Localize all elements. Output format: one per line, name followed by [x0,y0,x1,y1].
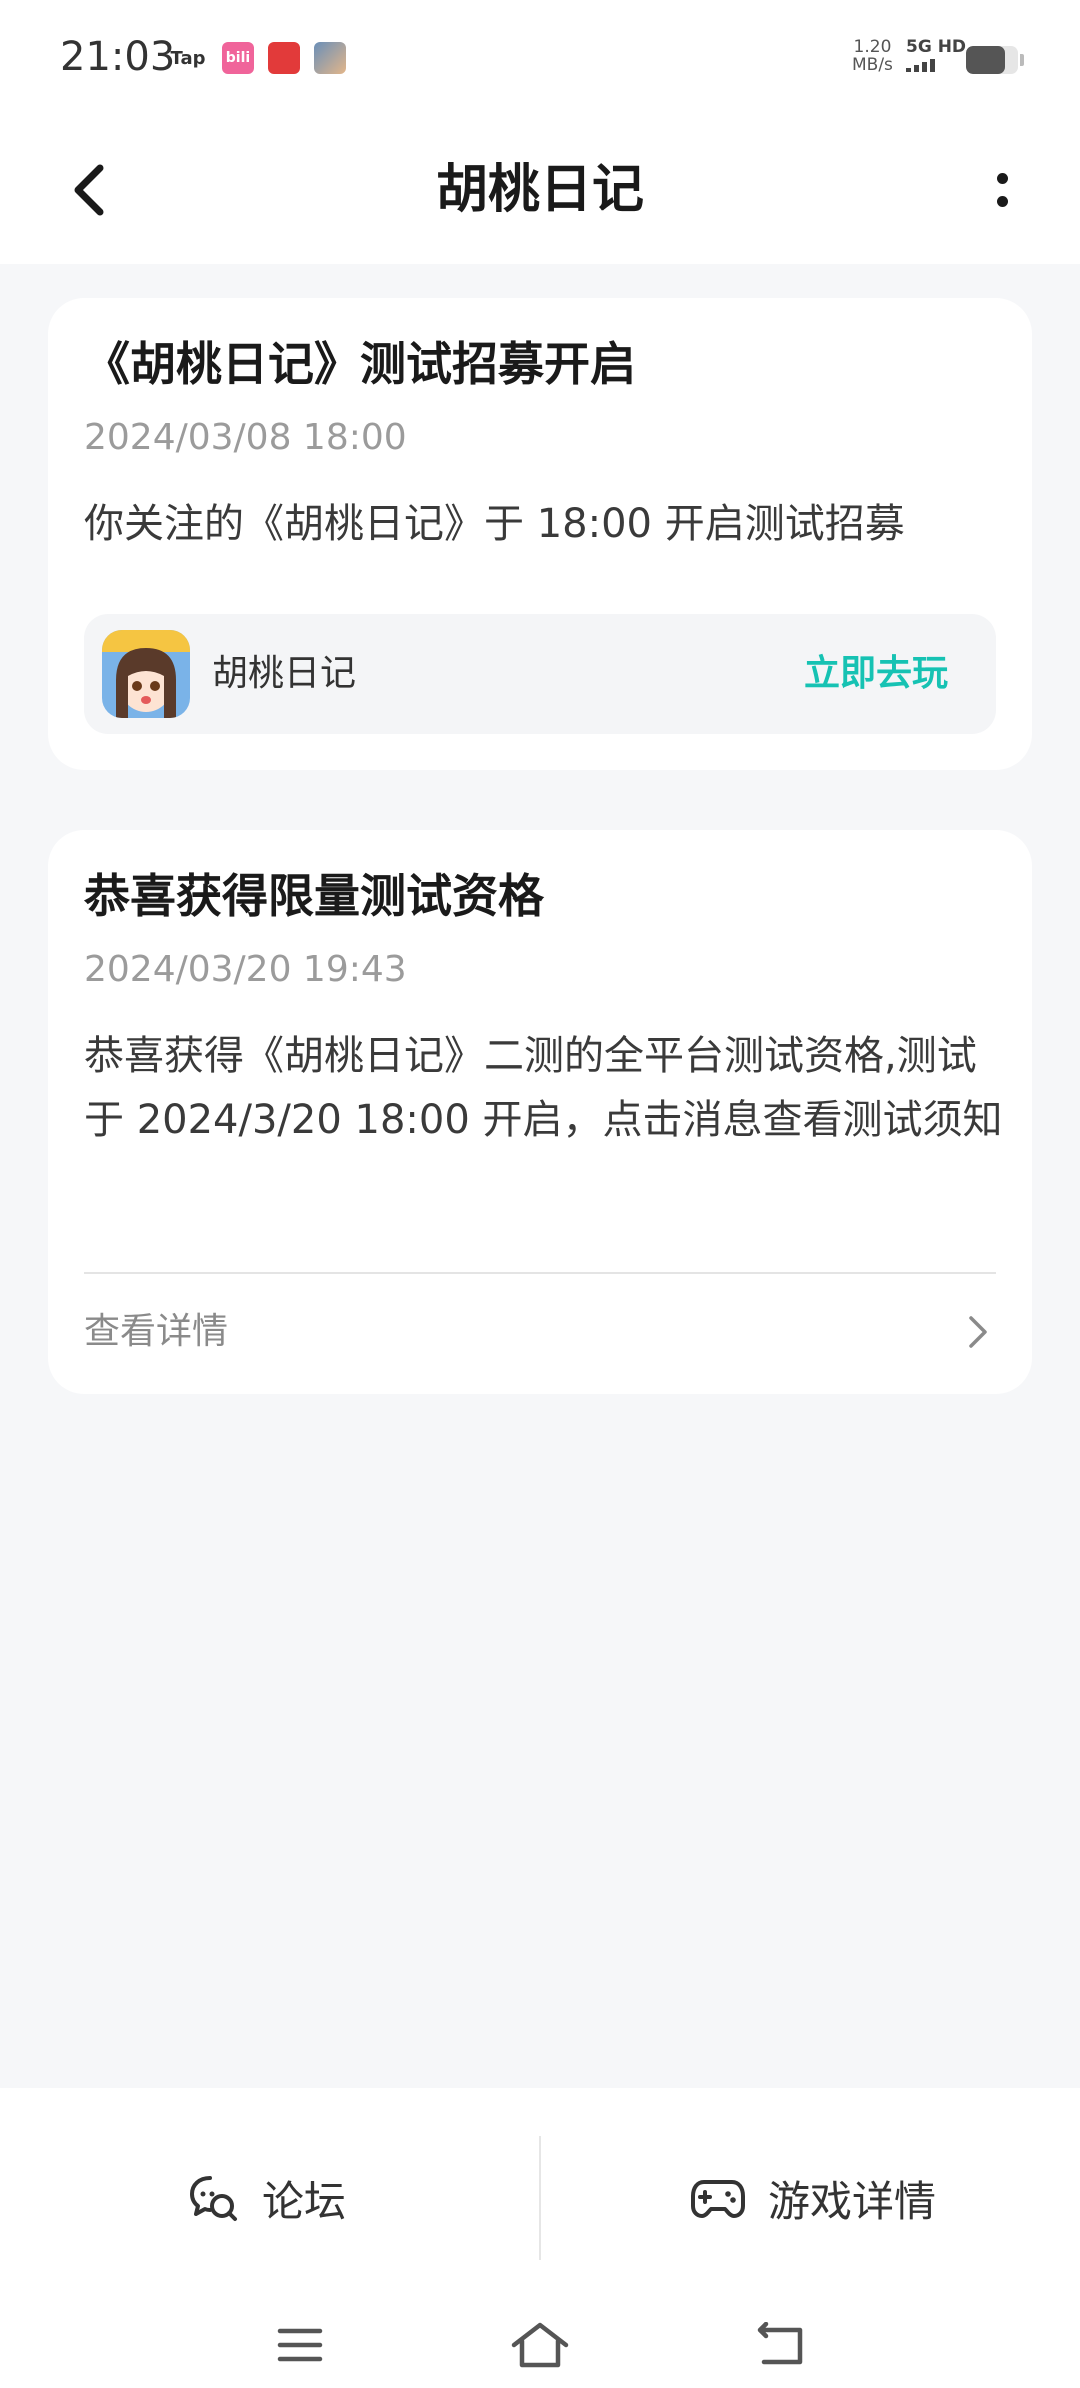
more-dot-icon [996,173,1008,184]
page-title: 胡桃日记 [435,160,644,220]
battery-fill [966,46,1005,74]
more-dot-icon [996,196,1008,207]
game-name: 胡桃日记 [212,653,357,694]
message-card[interactable]: 《胡桃日记》测试招募开启 2024/03/08 18:00 你关注的《胡桃日记》… [48,298,1032,770]
bilibili-icon: bili [222,42,254,74]
signal-bars-icon [906,58,966,72]
divider [84,1272,996,1274]
bottom-divider [539,2136,541,2260]
bottom-bar: 论坛 游戏详情 [0,2088,1080,2388]
status-time: 21:03 [60,34,176,80]
network-speed-unit: MB/s [852,55,893,75]
network-speed-value: 1.20 [853,37,892,57]
battery-tip [1020,54,1024,66]
message-body: 你关注的《胡桃日记》于 18:00 开启测试招募 [84,501,905,547]
battery-icon [966,46,1018,74]
back-arrow-icon [757,2322,803,2365]
chevron-right-icon[interactable] [958,1308,998,1356]
forum-tab[interactable]: 论坛 [188,2148,346,2248]
more-options-button[interactable] [970,150,1034,230]
play-now-button[interactable]: 立即去玩 [804,650,948,698]
game-avatar-icon [102,630,190,718]
view-details-link[interactable]: 查看详情 [84,1308,228,1356]
system-home-button[interactable] [500,2310,580,2380]
nav-bar: 胡桃日记 [0,120,1080,264]
signal-indicator: 5G HD [906,38,966,72]
red-app-icon [268,42,300,74]
message-title: 《胡桃日记》测试招募开启 [84,337,636,391]
message-title: 恭喜获得限量测试资格 [84,869,544,923]
network-speed: 1.20 MB/s [852,38,893,74]
message-time: 2024/03/20 19:43 [84,949,407,990]
forum-label: 论坛 [262,2176,347,2226]
game-details-label: 游戏详情 [768,2176,937,2226]
system-menu-button[interactable] [260,2310,340,2380]
message-time: 2024/03/08 18:00 [84,417,407,458]
menu-icon [277,2328,323,2362]
status-bar: 21:03 Tap bili 1.20 MB/s 5G HD [0,0,1080,120]
signal-label: 5G HD [906,37,967,57]
game-details-tab[interactable]: 游戏详情 [690,2148,936,2248]
gamepad-icon [691,2180,745,2218]
notification-icons: Tap bili [168,42,346,74]
forum-icon [190,2176,237,2221]
home-icon [511,2322,569,2368]
taptap-icon: Tap [170,47,206,69]
message-body: 恭喜获得《胡桃日记》二测的全平台测试资格,测试于 2024/3/20 18:00… [84,1033,1003,1143]
system-back-button[interactable] [740,2310,820,2380]
message-card[interactable]: 恭喜获得限量测试资格 2024/03/20 19:43 恭喜获得《胡桃日记》二测… [48,830,1032,1394]
game-row[interactable]: 胡桃日记 立即去玩 [84,614,996,734]
game-app-icon [314,42,346,74]
